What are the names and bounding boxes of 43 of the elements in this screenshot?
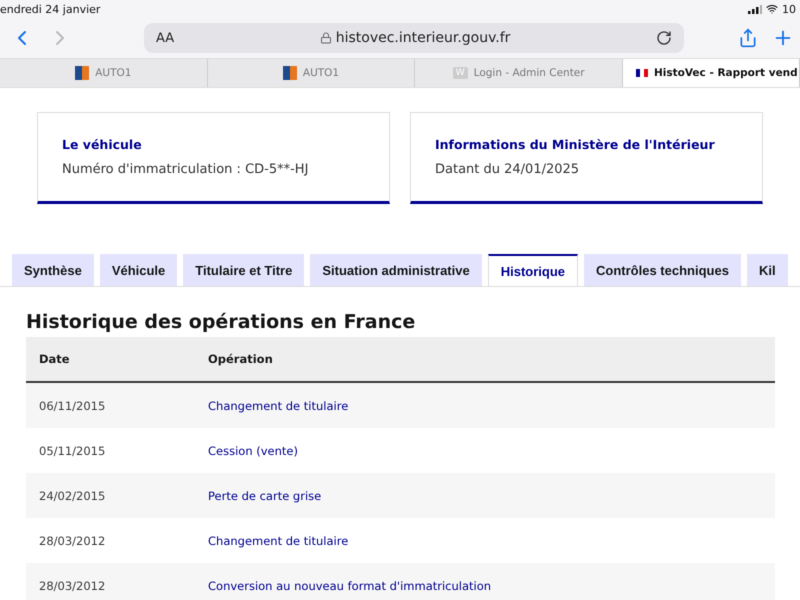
reload-icon[interactable] xyxy=(656,30,672,46)
tab[interactable]: Véhicule xyxy=(100,254,178,286)
card-text: Numéro d'immatriculation : CD-5**-HJ xyxy=(62,162,310,177)
date-cell-text: 05/11/2015 xyxy=(38,444,106,458)
lock-icon xyxy=(320,32,332,44)
share-icon[interactable] xyxy=(738,28,758,48)
column-header: Date xyxy=(38,352,71,366)
browser-tab[interactable]: AUTO1 xyxy=(0,59,208,87)
section-title: Historique des opérations en France xyxy=(26,311,416,333)
tab-title: Login - Admin Center xyxy=(474,67,585,79)
card-title: Le véhicule xyxy=(62,137,143,152)
logo-icon xyxy=(282,66,297,80)
signal-icon xyxy=(748,4,762,14)
tab[interactable]: Contrôles techniques xyxy=(584,254,741,286)
operation-cell-text: Changement de titulaire xyxy=(208,398,350,412)
operation-cell-text: Changement de titulaire xyxy=(208,534,350,548)
tab[interactable]: Historique xyxy=(488,254,578,286)
date-cell-text: 28/03/2012 xyxy=(38,578,106,592)
date-cell-text: 24/02/2015 xyxy=(38,488,106,502)
card-title: Informations du Ministère de l'Intérieur xyxy=(435,137,716,152)
tab-title: AUTO1 xyxy=(302,67,340,79)
logo-icon xyxy=(75,66,90,80)
tab[interactable]: Titulaire et Titre xyxy=(183,254,304,286)
tab[interactable]: Kil xyxy=(746,254,788,286)
address-bar[interactable]: AA histovec.interieur.gouv.fr xyxy=(144,23,684,53)
tab[interactable]: Synthèse xyxy=(12,254,94,286)
browser-tab[interactable]: AUTO1 xyxy=(208,59,416,87)
operation-cell-text: Cession (vente) xyxy=(208,444,299,458)
column-header: Opération xyxy=(208,352,274,366)
status-date: endredi 24 janvier xyxy=(0,2,100,16)
date-cell-text: 06/11/2015 xyxy=(38,398,106,412)
flag-icon xyxy=(636,69,648,77)
tab[interactable]: Situation administrative xyxy=(310,254,482,286)
operation-cell-text: Conversion au nouveau format d'immatriculation xyxy=(208,578,492,592)
browser-tab[interactable]: HistoVec - Rapport vend xyxy=(623,59,800,87)
tab-title: AUTO1 xyxy=(95,67,132,79)
url-text: histovec.interieur.gouv.fr xyxy=(320,30,510,46)
text-size-button[interactable]: AA xyxy=(156,30,174,46)
date-cell-text: 28/03/2012 xyxy=(38,534,106,548)
battery-level: 10 xyxy=(782,2,796,16)
card-text: Datant du 24/01/2025 xyxy=(435,162,580,177)
operation-cell-text: Perte de carte grise xyxy=(208,488,322,502)
tab-title: HistoVec - Rapport vend xyxy=(654,67,798,79)
